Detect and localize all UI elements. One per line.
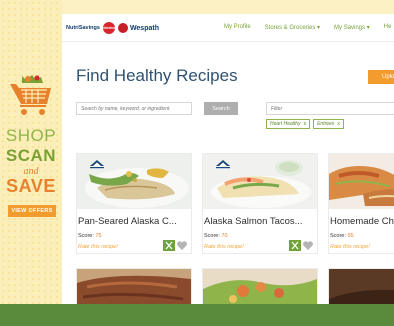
page-title: Find Healthy Recipes [76,66,238,85]
recipe-photo [203,269,317,304]
score-label: Score: [78,233,94,239]
recipe-score: Score: 75 [78,233,102,239]
heart-icon[interactable] [176,240,188,251]
unitedmed-logo-badge: unitedmed [100,22,118,34]
score-value: 75 [95,233,102,239]
recipe-card[interactable]: Alaska Salmon Tacos... Score: 70 Rate th… [202,153,318,254]
filter-tag-label: Heart Healthy [270,121,301,127]
promo-sidebar: SHOP SCAN and SAVE VIEW OFFERS [0,0,62,304]
recipe-card[interactable]: Pan-Seared Alaska C... Score: 75 Rate th… [76,153,192,254]
promo-shop-text: SHOP [5,126,57,145]
recipe-search-input[interactable] [76,102,192,115]
wespath-mark-icon [117,23,128,33]
site-logo[interactable]: NutriSavings unitedmed Wespath [66,22,159,34]
recipe-actions [289,240,314,251]
score-value: 65 [347,233,354,239]
main-panel: NutriSavings unitedmed Wespath My Profil… [62,14,394,304]
recipe-photo [77,269,191,304]
recipe-score: Score: 65 [330,233,354,239]
recipe-card[interactable]: Homemade Ch Score: 65 Rate this recipe! [328,153,394,254]
top-navigation-bar: NutriSavings unitedmed Wespath My Profil… [62,14,394,42]
recipe-card[interactable] [76,268,192,304]
remove-tag-icon[interactable]: x [304,121,307,127]
shopping-cart-icon [10,75,51,115]
score-label: Score: [204,233,220,239]
recipe-title[interactable]: Alaska Salmon Tacos... [204,216,303,227]
rate-recipe-link[interactable]: Rate this recipe! [204,244,244,250]
nav-help[interactable]: He [384,24,392,31]
recipe-title[interactable]: Homemade Ch [330,216,394,227]
heart-icon[interactable] [302,240,314,251]
footer-bar [0,304,394,326]
filter-tag-label: Entrees [317,121,335,127]
score-value: 70 [221,233,228,239]
cutlery-icon[interactable] [289,240,301,251]
view-offers-button[interactable]: VIEW OFFERS [8,205,56,217]
filter-tag[interactable]: Entrees x [313,119,344,129]
recipe-card[interactable] [202,268,318,304]
seafood-badge-icon [216,160,230,169]
upload-button[interactable]: Upload [368,70,394,84]
recipe-title[interactable]: Pan-Seared Alaska C... [78,216,177,227]
rate-recipe-link[interactable]: Rate this recipe! [78,244,118,250]
search-button[interactable]: Search [204,102,238,115]
recipe-photo [329,154,394,209]
promo-scan-text: SCAN [5,146,57,165]
promo-save-text: SAVE [6,176,56,196]
recipe-photo [329,269,394,304]
main-nav: My Profile Stores & Groceries ▾ My Savin… [224,24,391,31]
recipe-score: Score: 70 [204,233,228,239]
score-label: Score: [330,233,346,239]
nav-my-profile[interactable]: My Profile [224,24,251,31]
filter-tag[interactable]: Heart Healthy x [266,119,311,129]
recipe-card[interactable] [328,268,394,304]
remove-tag-icon[interactable]: x [337,121,340,127]
seafood-badge-icon [90,160,104,169]
active-filter-tags: Heart Healthy x Entrees x [266,119,344,129]
wespath-logo: Wespath [117,23,159,33]
recipe-actions [163,240,188,251]
rate-recipe-link[interactable]: Rate this recipe! [330,244,370,250]
wespath-logo-text: Wespath [129,24,159,32]
nav-stores-groceries[interactable]: Stores & Groceries ▾ [265,24,320,31]
nutrisavings-logo-text: NutriSavings [66,25,100,31]
nav-my-savings[interactable]: My Savings ▾ [334,24,370,31]
cutlery-icon[interactable] [163,240,175,251]
filter-input[interactable] [266,102,394,115]
